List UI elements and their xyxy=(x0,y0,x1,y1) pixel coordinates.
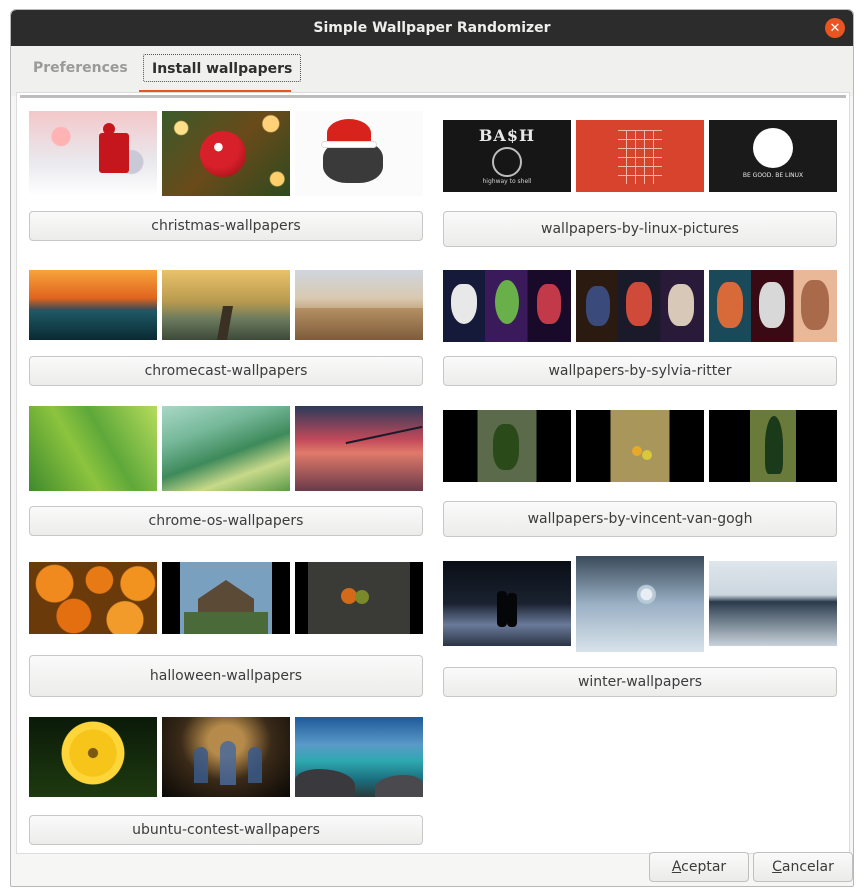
install-winter-button[interactable]: winter-wallpapers xyxy=(443,667,837,697)
install-ubuntu-contest-button[interactable]: ubuntu-contest-wallpapers xyxy=(29,815,423,845)
wallpaper-thumbnail xyxy=(295,717,423,797)
scroll-indicator xyxy=(20,95,846,98)
wallpaper-thumbnail xyxy=(576,556,704,652)
wallpaper-thumbnail xyxy=(709,270,837,342)
wallpaper-thumbnail xyxy=(295,111,423,196)
install-christmas-button[interactable]: christmas-wallpapers xyxy=(29,211,423,241)
pack-sylvia-ritter: wallpapers-by-sylvia-ritter xyxy=(443,270,837,390)
wallpaper-thumbnail: BA$H highway to shell xyxy=(443,120,571,192)
wallpapers-panel: christmas-wallpapers chromecast-wallpape… xyxy=(16,92,850,854)
install-linux-pictures-button[interactable]: wallpapers-by-linux-pictures xyxy=(443,211,837,247)
wallpaper-thumbnail xyxy=(162,111,290,196)
wallpaper-thumbnail xyxy=(443,410,571,482)
accept-mnemonic: A xyxy=(671,859,682,875)
dialog-window: Simple Wallpaper Randomizer ✕ Preference… xyxy=(10,9,854,887)
tab-preferences[interactable]: Preferences xyxy=(25,54,136,82)
pack-halloween: halloween-wallpapers xyxy=(29,562,423,697)
wallpaper-thumbnail xyxy=(443,561,571,646)
accept-label: ceptar xyxy=(681,859,727,875)
bash-tagline: highway to shell xyxy=(482,178,532,185)
tab-install-wallpapers[interactable]: Install wallpapers xyxy=(143,54,302,82)
wallpaper-thumbnail xyxy=(576,120,704,192)
cancel-label: ancelar xyxy=(781,859,834,875)
pack-linux-pictures: BA$H highway to shell BE GOOD. BE LINUX … xyxy=(443,120,837,250)
pack-chrome-os: chrome-os-wallpapers xyxy=(29,406,423,541)
wallpaper-thumbnail xyxy=(29,406,157,491)
wallpaper-thumbnail xyxy=(162,270,290,340)
install-chromecast-button[interactable]: chromecast-wallpapers xyxy=(29,356,423,386)
wallpaper-thumbnail xyxy=(29,562,157,634)
install-sylvia-ritter-button[interactable]: wallpapers-by-sylvia-ritter xyxy=(443,356,837,386)
wallpaper-thumbnail xyxy=(295,406,423,491)
pack-van-gogh: wallpapers-by-vincent-van-gogh xyxy=(443,410,837,540)
accept-button[interactable]: Aceptar xyxy=(649,852,749,882)
wallpaper-thumbnail xyxy=(443,270,571,342)
wallpaper-thumbnail xyxy=(576,270,704,342)
wallpaper-thumbnail xyxy=(576,410,704,482)
pack-christmas: christmas-wallpapers xyxy=(29,111,423,251)
bash-logo-text: BA$H xyxy=(478,126,536,145)
install-van-gogh-button[interactable]: wallpapers-by-vincent-van-gogh xyxy=(443,501,837,537)
wallpaper-thumbnail xyxy=(162,562,290,634)
pack-winter: winter-wallpapers xyxy=(443,556,837,697)
wallpaper-thumbnail xyxy=(709,410,837,482)
pack-chromecast: chromecast-wallpapers xyxy=(29,270,423,390)
wallpaper-thumbnail xyxy=(709,561,837,646)
wallpaper-thumbnail xyxy=(295,270,423,340)
pack-ubuntu-contest: ubuntu-contest-wallpapers xyxy=(29,717,423,852)
install-chrome-os-button[interactable]: chrome-os-wallpapers xyxy=(29,506,423,536)
tab-bar: Preferences Install wallpapers xyxy=(11,46,853,96)
wallpaper-thumbnail xyxy=(29,111,157,196)
cancel-mnemonic: C xyxy=(772,859,782,875)
wallpaper-thumbnail xyxy=(29,270,157,340)
close-button[interactable]: ✕ xyxy=(825,18,845,38)
close-icon: ✕ xyxy=(829,20,841,36)
be-good-text: BE GOOD. BE LINUX xyxy=(742,172,804,179)
wallpaper-thumbnail xyxy=(29,717,157,797)
window-title: Simple Wallpaper Randomizer xyxy=(313,20,551,36)
wallpaper-thumbnail xyxy=(162,406,290,491)
wallpaper-thumbnail xyxy=(295,562,423,634)
wallpaper-thumbnail xyxy=(162,717,290,797)
wallpaper-thumbnail: BE GOOD. BE LINUX xyxy=(709,120,837,192)
cancel-button[interactable]: Cancelar xyxy=(753,852,853,882)
install-halloween-button[interactable]: halloween-wallpapers xyxy=(29,655,423,697)
title-bar[interactable]: Simple Wallpaper Randomizer ✕ xyxy=(11,10,853,46)
